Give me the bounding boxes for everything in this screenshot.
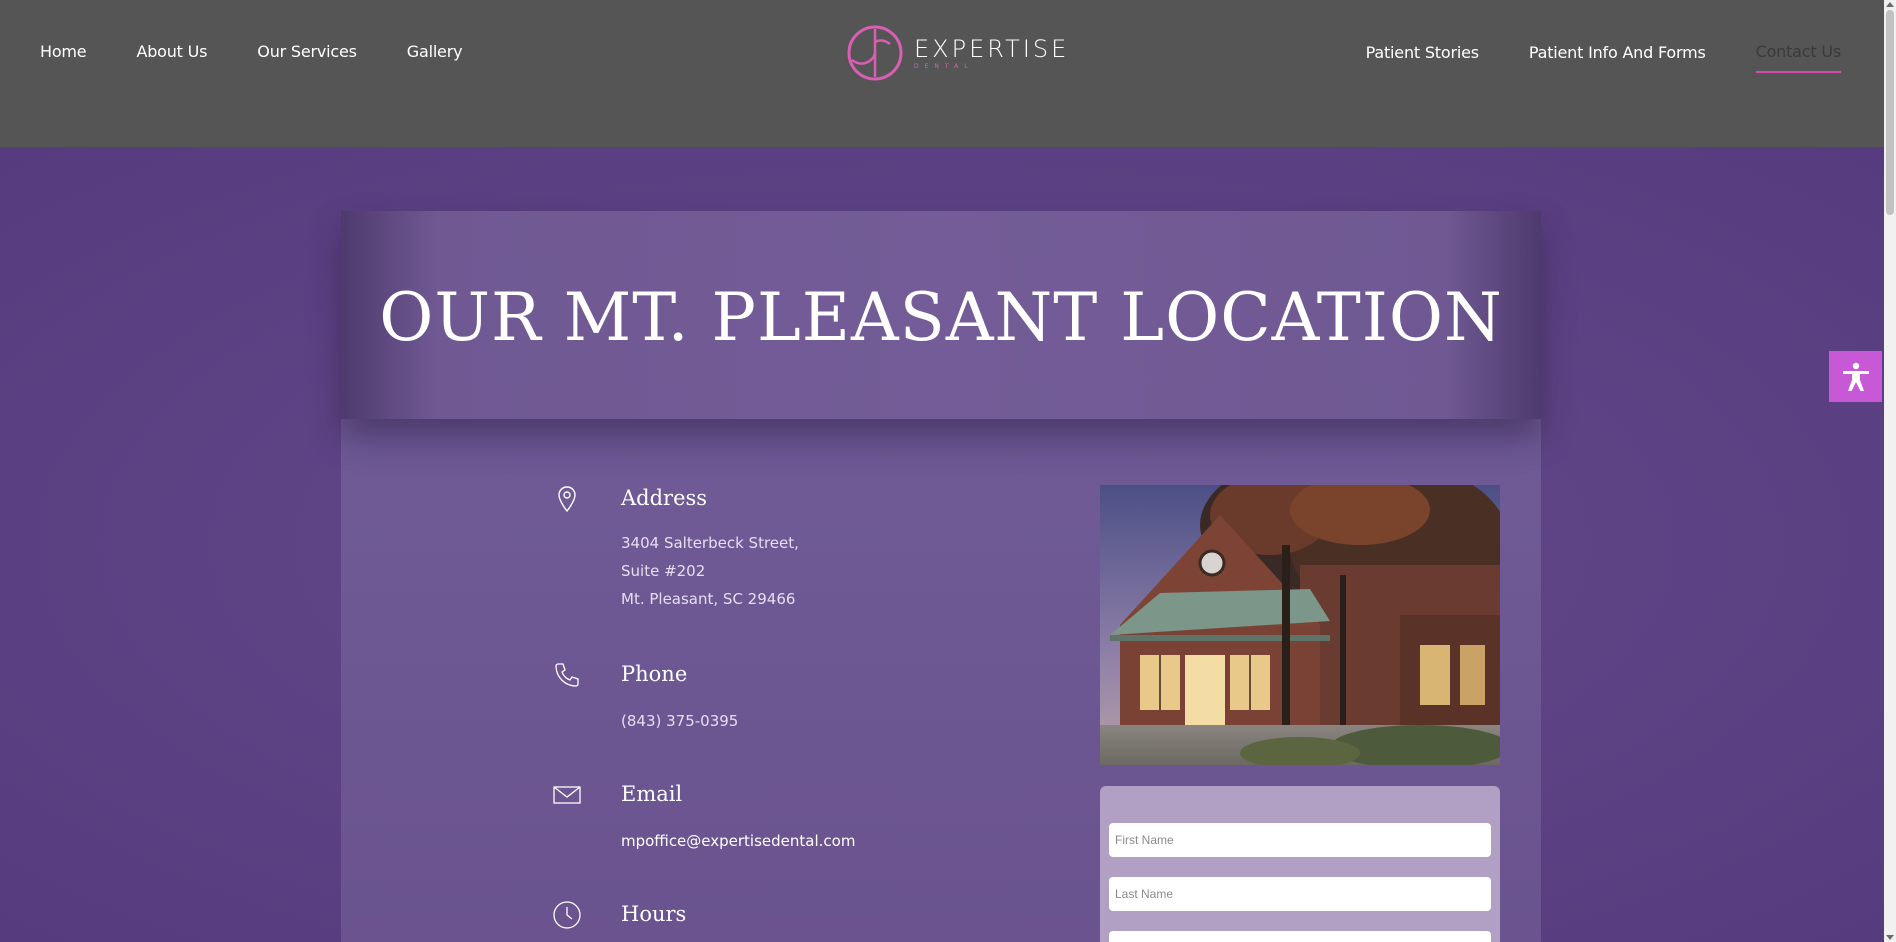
logo-mark-icon bbox=[847, 25, 903, 81]
location-hero: OUR MT. PLEASANT LOCATION bbox=[341, 211, 1541, 419]
email-label: Email bbox=[621, 782, 683, 806]
logo-subtitle: DENTAL bbox=[914, 62, 974, 70]
office-building-image bbox=[1100, 485, 1500, 765]
address-text: 3404 Salterbeck Street, Suite #202 Mt. P… bbox=[621, 534, 799, 608]
location-card: OUR MT. PLEASANT LOCATION Address 3404 S… bbox=[341, 211, 1541, 942]
contact-form bbox=[1100, 786, 1500, 942]
clock-icon bbox=[553, 901, 581, 929]
map-pin-icon bbox=[558, 486, 576, 513]
page-scrollbar[interactable] bbox=[1884, 0, 1896, 942]
nav-home[interactable]: Home bbox=[40, 42, 87, 61]
logo-wordmark: EXPERTISE bbox=[914, 34, 1070, 63]
phone-number[interactable]: (843) 375-0395 bbox=[621, 707, 738, 735]
page-title: OUR MT. PLEASANT LOCATION bbox=[379, 279, 1503, 356]
phone-label: Phone bbox=[621, 662, 688, 686]
office-photo bbox=[1100, 485, 1500, 765]
nav-patient-info-and-forms[interactable]: Patient Info And Forms bbox=[1529, 43, 1706, 62]
nav-gallery[interactable]: Gallery bbox=[407, 42, 463, 61]
primary-nav-left: Home About Us Our Services Gallery bbox=[40, 42, 512, 61]
nav-our-services[interactable]: Our Services bbox=[257, 42, 357, 61]
nav-contact-us[interactable]: Contact Us bbox=[1755, 42, 1842, 73]
nav-about-us[interactable]: About Us bbox=[136, 42, 207, 61]
phone-icon bbox=[555, 663, 579, 687]
hours-label: Hours bbox=[621, 902, 687, 926]
site-logo[interactable]: EXPERTISE DENTAL bbox=[846, 24, 1069, 82]
accessibility-icon bbox=[1842, 362, 1869, 391]
address-label: Address bbox=[621, 486, 708, 510]
envelope-icon bbox=[553, 786, 581, 804]
site-header: Home About Us Our Services Gallery EXPER… bbox=[0, 0, 1896, 147]
form-next-input[interactable] bbox=[1109, 931, 1491, 942]
scroll-down-arrow-icon[interactable] bbox=[1886, 935, 1894, 940]
accessibility-button[interactable] bbox=[1829, 351, 1882, 402]
primary-nav-right: Patient Stories Patient Info And Forms C… bbox=[1316, 42, 1842, 73]
nav-patient-stories[interactable]: Patient Stories bbox=[1366, 43, 1479, 62]
first-name-input[interactable] bbox=[1109, 823, 1491, 857]
email-address[interactable]: mpoffice@expertisedental.com bbox=[621, 827, 855, 855]
scroll-up-arrow-icon[interactable] bbox=[1886, 2, 1894, 7]
scroll-thumb[interactable] bbox=[1886, 10, 1894, 215]
last-name-input[interactable] bbox=[1109, 877, 1491, 911]
